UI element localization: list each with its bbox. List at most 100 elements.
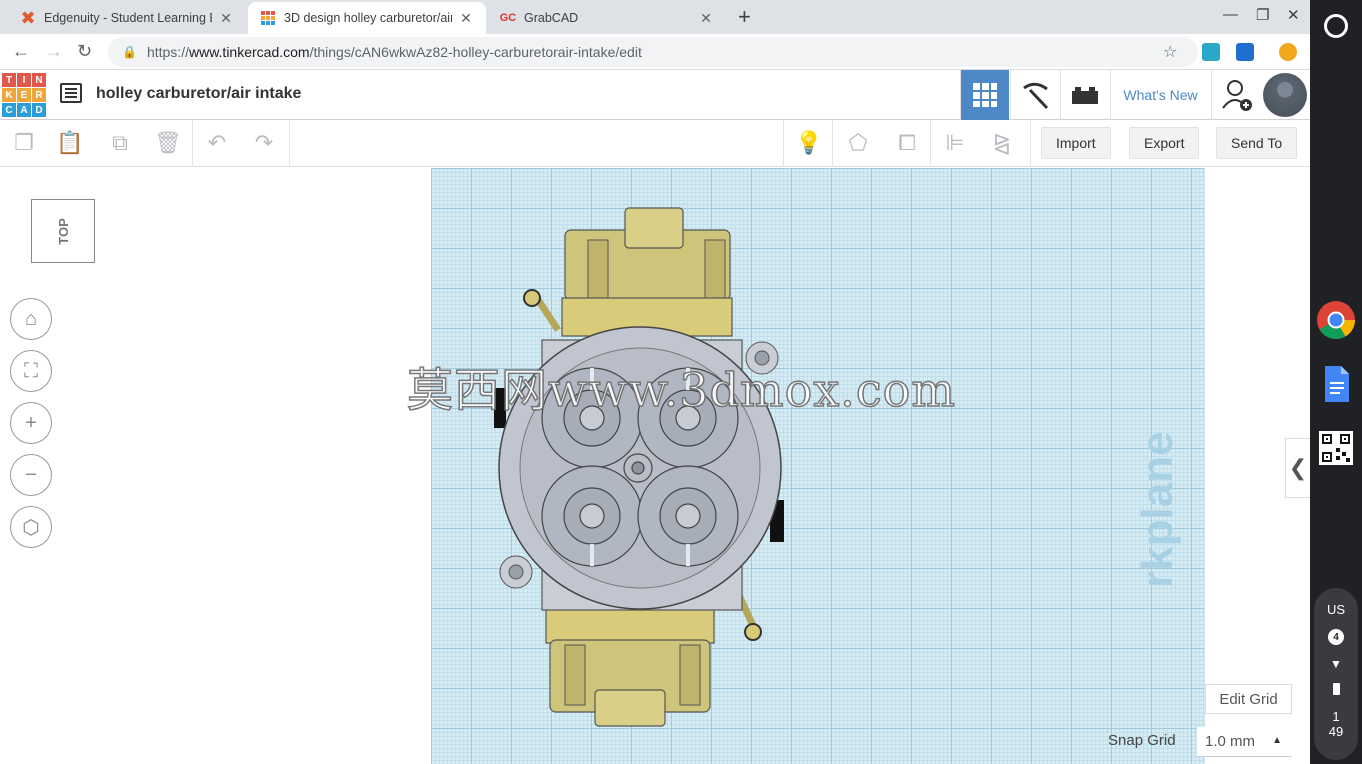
align-icon[interactable]: ⊫ — [942, 130, 968, 156]
logo-letter-tile: C — [2, 103, 16, 117]
fit-view-button[interactable]: ⛶ — [10, 350, 52, 392]
design-list-icon[interactable] — [60, 83, 82, 103]
import-button[interactable]: Import — [1041, 127, 1111, 159]
logo-letter-tile: K — [2, 88, 16, 102]
restore-icon[interactable]: ❐ — [1256, 6, 1269, 24]
tinkercad-logo[interactable]: TIN KER CAD — [2, 73, 46, 117]
carburetor-model[interactable] — [480, 200, 800, 735]
group-icon[interactable]: ⬠ — [845, 130, 871, 156]
edit-grid-button[interactable]: Edit Grid — [1205, 684, 1292, 714]
lock-icon: 🔒 — [122, 45, 137, 59]
close-window-icon[interactable]: ✕ — [1287, 6, 1300, 24]
duplicate-icon[interactable]: ⧉ — [107, 130, 133, 156]
add-user-icon — [1221, 80, 1252, 111]
logo-letter-tile: A — [17, 103, 31, 117]
workplane-label: rkplane — [1133, 431, 1182, 588]
export-button[interactable]: Export — [1129, 127, 1200, 159]
address-bar-row: ← → ↻ 🔒 https://www.tinkercad.com/things… — [0, 34, 1310, 70]
zoom-in-button[interactable]: + — [10, 402, 52, 444]
chevron-left-icon: ❮ — [1288, 455, 1308, 480]
docs-app-icon[interactable] — [1316, 364, 1356, 404]
fit-view-icon: ⛶ — [24, 359, 38, 382]
watermark-text: 莫西网www.3dmox.com — [406, 362, 956, 418]
system-tray[interactable]: US 4 ▼ 1 49 — [1314, 588, 1358, 760]
snap-grid-value: 1.0 mm — [1205, 733, 1256, 750]
logo-letter-tile: D — [32, 103, 46, 117]
back-arrow-icon[interactable]: ← — [12, 41, 30, 62]
keyboard-layout: US — [1326, 602, 1346, 617]
snap-grid-select[interactable]: 1.0 mm ▲ — [1197, 727, 1292, 757]
logo-letter-tile: I — [17, 73, 31, 87]
new-tab-button[interactable]: + — [738, 4, 751, 30]
notification-count: 4 — [1328, 629, 1344, 645]
delete-icon[interactable]: 🗑 — [154, 130, 182, 156]
logo-letter-tile: R — [32, 88, 46, 102]
snap-grid-label: Snap Grid — [1108, 732, 1176, 749]
battery-icon — [1332, 683, 1340, 695]
wifi-icon: ▼ — [1330, 657, 1342, 671]
tab-title: 3D design holley carburetor/air i — [284, 11, 452, 25]
extension-cloud-icon[interactable] — [1202, 43, 1220, 61]
grid-view-icon — [973, 83, 997, 107]
view-3d-button[interactable] — [960, 70, 1009, 120]
tinkercad-header: TIN KER CAD holley carburetor/air intake W… — [0, 70, 1310, 120]
bookmark-star-icon[interactable]: ☆ — [1163, 42, 1177, 62]
launcher-button[interactable] — [1324, 14, 1348, 38]
browser-tab-strip: ✖ Edgenuity - Student Learning Exp ✕ 3D … — [0, 0, 1310, 34]
cube-icon: ⬡ — [22, 516, 40, 539]
tinkercad-grid-icon — [260, 10, 276, 26]
extension-bm-icon[interactable] — [1236, 43, 1254, 61]
chrome-app-icon[interactable] — [1316, 300, 1356, 340]
ungroup-icon[interactable]: ⧠ — [894, 130, 920, 156]
close-icon[interactable]: ✕ — [218, 10, 234, 27]
logo-letter-tile: N — [32, 73, 46, 87]
view-cube-face-label: TOP — [55, 217, 71, 245]
minus-icon: − — [25, 463, 37, 486]
tab-grabcad[interactable]: GC GrabCAD ✕ — [488, 2, 726, 34]
qr-app-icon[interactable] — [1316, 428, 1356, 468]
edgenuity-x-icon: ✖ — [20, 7, 36, 28]
undo-icon[interactable]: ↶ — [204, 130, 230, 156]
extension-alert-icon[interactable] — [1279, 43, 1297, 61]
tab-tinkercad[interactable]: 3D design holley carburetor/air i ✕ — [248, 2, 486, 34]
copy-icon[interactable]: ❐ — [11, 130, 37, 156]
url-protocol: https:// — [146, 44, 189, 60]
whats-new-link[interactable]: What's New — [1110, 70, 1210, 120]
logo-letter-tile: E — [17, 88, 31, 102]
bricks-button[interactable] — [1060, 70, 1109, 120]
tab-edgenuity[interactable]: ✖ Edgenuity - Student Learning Exp ✕ — [8, 2, 246, 34]
clock-hour: 1 — [1332, 709, 1340, 724]
edit-toolbar: ❐ 📋 ⧉ 🗑 ↶ ↷ 💡 ⬠ ⧠ ⊫ ⧎ Import Export Send… — [0, 120, 1310, 167]
plus-icon: + — [25, 411, 37, 434]
tab-title: GrabCAD — [524, 11, 579, 25]
reload-icon[interactable]: ↻ — [77, 41, 92, 62]
shapes-panel-toggle[interactable]: ❮ — [1285, 438, 1310, 498]
close-icon[interactable]: ✕ — [698, 10, 714, 27]
os-shelf: US 4 ▼ 1 49 — [1310, 0, 1362, 764]
tab-title: Edgenuity - Student Learning Exp — [44, 11, 212, 25]
clock-minute: 49 — [1328, 724, 1344, 739]
design-title[interactable]: holley carburetor/air intake — [96, 85, 301, 103]
forward-arrow-icon[interactable]: → — [45, 41, 63, 62]
minimize-icon[interactable]: — — [1223, 6, 1238, 23]
view-cube[interactable]: TOP — [31, 199, 95, 263]
send-to-button[interactable]: Send To — [1216, 127, 1298, 159]
close-icon[interactable]: ✕ — [458, 10, 474, 27]
pickaxe-icon — [1023, 82, 1049, 110]
zoom-out-button[interactable]: − — [10, 454, 52, 496]
workspace-canvas[interactable]: rkplane 莫西网www.3dmox.com TOP ⌂ ⛶ + − ⬡ ❮… — [0, 168, 1310, 764]
url-host: www.tinkercad.com — [188, 44, 310, 60]
home-icon: ⌂ — [24, 307, 38, 330]
redo-icon[interactable]: ↷ — [251, 130, 277, 156]
home-view-button[interactable]: ⌂ — [10, 298, 52, 340]
blocks-button[interactable] — [1010, 70, 1059, 120]
avatar[interactable] — [1263, 73, 1307, 117]
url-path: /things/cAN6wkwAz82-holley-carburetorair… — [309, 44, 642, 60]
brick-icon — [1072, 87, 1098, 104]
add-user-button[interactable] — [1211, 70, 1261, 120]
perspective-button[interactable]: ⬡ — [10, 506, 52, 548]
mirror-icon[interactable]: ⧎ — [989, 130, 1015, 156]
lightbulb-icon[interactable]: 💡 — [795, 130, 822, 156]
paste-icon[interactable]: 📋 — [56, 130, 83, 156]
url-field[interactable]: 🔒 https://www.tinkercad.com/things/cAN6w… — [108, 37, 1198, 67]
